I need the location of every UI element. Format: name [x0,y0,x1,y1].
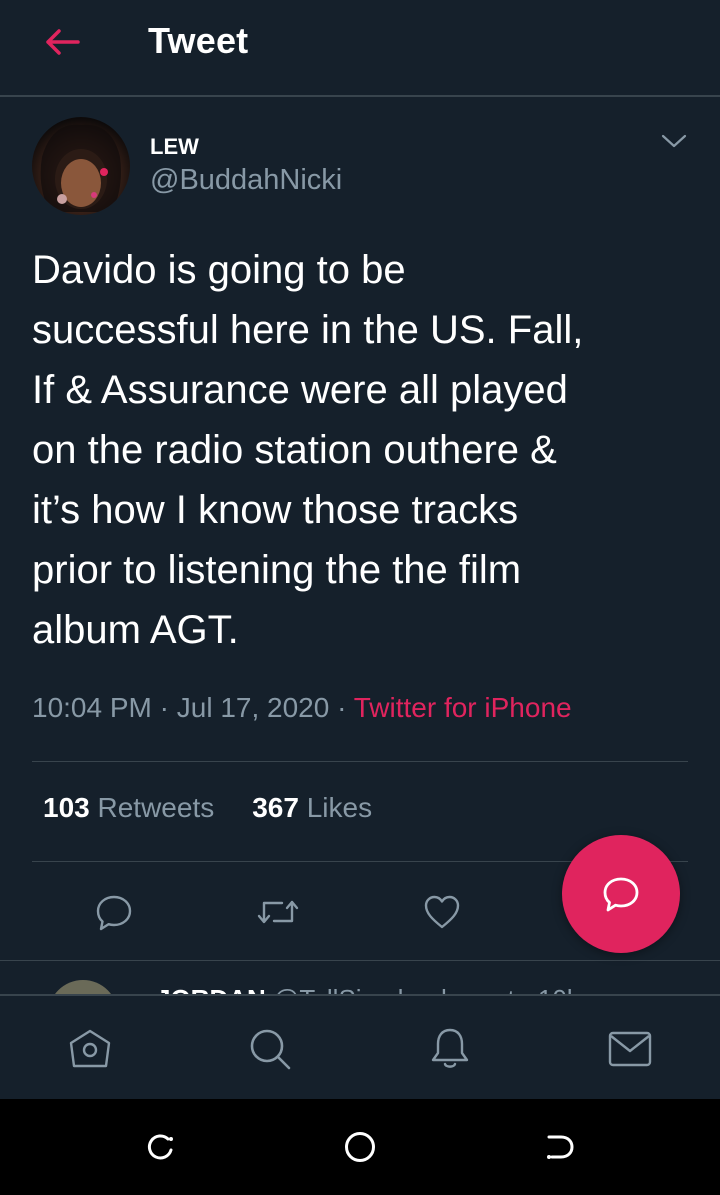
chevron-down-icon [661,134,687,148]
back-system-icon [547,1135,574,1159]
reply-time: 10h [538,984,581,994]
like-button[interactable] [418,888,466,936]
home-system-button[interactable] [340,1127,380,1167]
profile-photo [40,124,121,212]
divider [0,960,720,961]
home-circle-icon [345,1132,375,1162]
compose-reply-icon [603,877,639,912]
reply-icon [96,895,132,931]
bottom-nav [0,994,720,1101]
retweets-count: 103 [43,792,90,823]
reply-header: JORDAN @TallSizedandsweet · 10h [156,984,581,994]
nav-messages[interactable] [605,1024,655,1074]
likes-count: 367 [252,792,299,823]
author-name[interactable]: LEW [150,134,199,160]
tweet-source-link[interactable]: Twitter for iPhone [354,692,572,723]
likes-label: Likes [306,792,373,823]
nav-search[interactable] [245,1024,295,1074]
reply-avatar [48,980,118,994]
back-system-button[interactable] [540,1127,580,1167]
mail-icon [608,1031,652,1067]
retweet-button[interactable] [254,888,302,936]
reply-preview[interactable]: JORDAN @TallSizedandsweet · 10h [0,962,720,994]
back-button[interactable] [40,22,84,62]
nav-notifications[interactable] [425,1024,475,1074]
page-title: Tweet [148,20,249,61]
top-bar: Tweet [0,0,720,97]
reply-button[interactable] [90,888,138,936]
home-icon [69,1029,111,1068]
divider [32,761,688,762]
tweet-text: Davido is going to be successful here in… [32,248,584,652]
search-icon [250,1029,291,1070]
avatar[interactable] [32,117,130,215]
retweets-stat[interactable]: 103 Retweets [43,792,214,823]
meta-separator: · [329,692,354,723]
bell-icon [431,1028,469,1068]
tweet-options-button[interactable] [656,126,692,156]
likes-stat[interactable]: 367 Likes [252,792,372,823]
tweet-stats: 103 Retweets 367 Likes [43,792,372,824]
tweet-time: 10:04 PM [32,692,152,723]
meta-separator: · [151,692,177,723]
reply-author-name: JORDAN [156,984,266,994]
tweet-meta: 10:04 PM · Jul 17, 2020 · Twitter for iP… [32,692,572,724]
author-handle[interactable]: @BuddahNicki [150,164,342,197]
nav-home[interactable] [65,1024,115,1074]
recent-apps-icon [147,1134,173,1160]
retweets-label: Retweets [97,792,215,823]
heart-icon [424,895,460,929]
recent-apps-button[interactable] [140,1127,180,1167]
reply-author-handle: @TallSizedandsweet [273,984,515,994]
compose-reply-button[interactable] [562,835,680,953]
system-nav-bar [0,1099,720,1195]
tweet-date: Jul 17, 2020 [176,692,330,723]
arrow-left-icon [46,29,80,55]
retweet-icon [257,900,299,924]
